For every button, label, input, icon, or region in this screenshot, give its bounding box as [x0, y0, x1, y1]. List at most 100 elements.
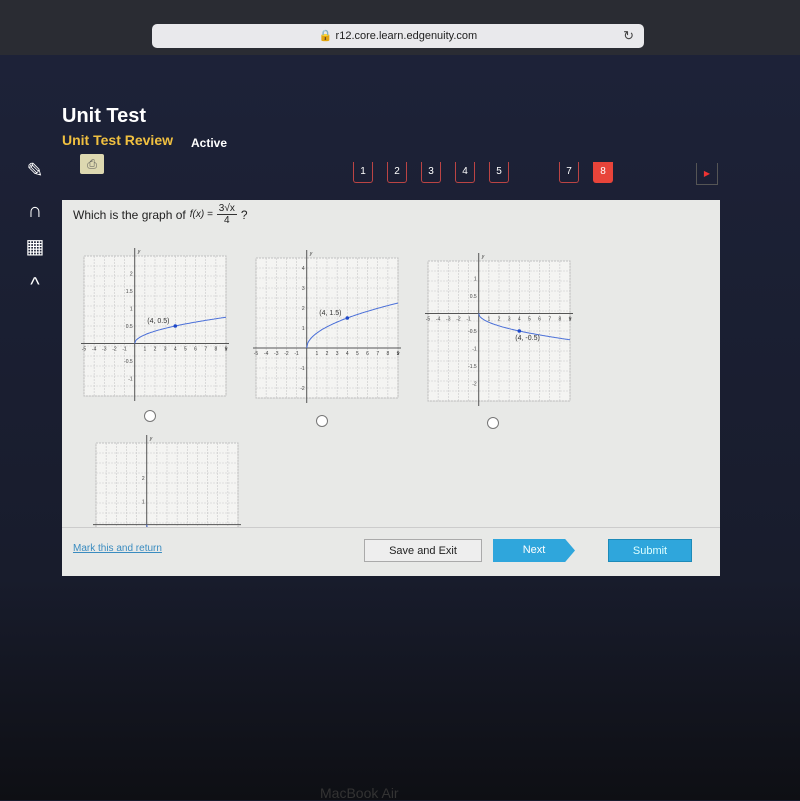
graph-option-d: yx-5 -4 -3 -2 -1 1 2 3 4 5 6 7 8 921-1(4, -1.5)	[93, 435, 241, 527]
y-tick-label: -2	[300, 386, 305, 392]
x-tick-label: 6	[538, 317, 541, 323]
x-tick-label: -1	[122, 347, 127, 353]
x-tick-label: 4	[174, 347, 177, 353]
y-tick-label: 4	[302, 266, 305, 272]
headphones-icon[interactable]: ∩	[22, 200, 48, 222]
url-bar[interactable]: 🔒 r12.core.learn.edgenuity.com ↻	[152, 24, 644, 48]
calculator-icon[interactable]: ▦	[22, 236, 48, 258]
y-axis-label: y	[137, 249, 141, 255]
y-tick-label: -1	[472, 347, 477, 353]
question-4[interactable]: 4	[455, 162, 475, 183]
question-panel: Which is the graph of f(x) = 3√x 4 ? y x -5…	[62, 200, 720, 576]
answer-options[interactable]: y x -5 -4 -3 -2 -1 1 2 3 4 5 6 7 8 9 2 1.5 1 0.5 -0.5 -1 (4, 0…	[62, 240, 720, 527]
submit-button[interactable]: Submit	[608, 539, 692, 562]
bezel-label: MacBook Air	[320, 785, 399, 801]
x-tick-label: 8	[558, 317, 561, 323]
next-page-arrow-icon[interactable]: ▶	[696, 163, 718, 185]
x-tick-label: -3	[274, 351, 279, 357]
y-axis-label: y	[309, 251, 313, 257]
question-text: Which is the graph of f(x) = 3√x 4 ?	[73, 203, 248, 226]
y-tick-label: 2	[130, 272, 133, 278]
y-tick-label: 1.5	[126, 289, 133, 295]
y-tick-label: 0.5	[470, 294, 477, 300]
x-tick-label: 2	[154, 347, 157, 353]
point-label: (4, -0.5)	[515, 335, 540, 342]
graph-option-c: yx-5 -4 -3 -2 -1 1 2 3 4 5 6 7 8 910.5-0.5-1-1.5-2(4,…	[425, 253, 573, 406]
footer: Mark this and return Save and Exit Next …	[62, 527, 720, 576]
print-button[interactable]: ⎙	[80, 154, 104, 174]
save-and-exit-button[interactable]: Save and Exit	[364, 539, 482, 562]
x-tick-label: 1	[143, 347, 146, 353]
x-tick-label: 2	[326, 351, 329, 357]
x-tick-label: 3	[508, 317, 511, 323]
y-tick-label: 2	[142, 476, 145, 482]
y-axis-label: y	[481, 254, 485, 260]
x-tick-label: -4	[92, 347, 97, 353]
radio-option-b[interactable]	[316, 415, 328, 427]
point-label: (4, 0.5)	[147, 318, 169, 325]
y-tick-label: 3	[302, 286, 305, 292]
x-tick-label: 3	[336, 351, 339, 357]
data-point	[345, 316, 350, 320]
x-tick-label: -5	[254, 351, 259, 357]
x-tick-label: 5	[184, 347, 187, 353]
radio-option-a[interactable]	[144, 410, 156, 422]
fraction: 3√x 4	[216, 203, 237, 226]
y-tick-label: 1	[130, 307, 133, 313]
x-tick-label: 8	[386, 351, 389, 357]
x-tick-label: -3	[446, 317, 451, 323]
y-tick-label: 0.5	[126, 324, 133, 330]
page-subtitle: Unit Test Review	[62, 132, 173, 148]
browser-bar: 🔒 r12.core.learn.edgenuity.com ↻	[0, 0, 800, 55]
next-button[interactable]: Next	[493, 539, 575, 562]
y-tick-label: 1	[474, 277, 477, 283]
question-2[interactable]: 2	[387, 162, 407, 183]
question-5[interactable]: 5	[489, 162, 509, 183]
x-tick-label: -5	[82, 347, 87, 353]
mark-and-return-link[interactable]: Mark this and return	[73, 543, 162, 554]
lock-icon: 🔒	[318, 30, 333, 42]
x-tick-label: 7	[548, 317, 551, 323]
x-tick-label: 8	[214, 347, 217, 353]
x-tick-label: -2	[112, 347, 117, 353]
x-tick-label: 9	[569, 317, 572, 323]
printer-icon: ⎙	[87, 157, 97, 171]
question-8[interactable]: 8	[593, 162, 613, 183]
x-tick-label: -4	[264, 351, 269, 357]
arrow-up-icon[interactable]: ^	[22, 274, 48, 296]
x-tick-label: 7	[204, 347, 207, 353]
question-1[interactable]: 1	[353, 162, 373, 183]
y-tick-label: -2	[472, 382, 477, 388]
x-tick-label: 7	[376, 351, 379, 357]
question-prefix: Which is the graph of	[73, 207, 186, 222]
x-tick-label: 6	[194, 347, 197, 353]
x-tick-label: -2	[284, 351, 289, 357]
x-tick-label: 5	[356, 351, 359, 357]
status-label: Active	[191, 136, 228, 150]
radio-option-c[interactable]	[487, 417, 499, 429]
x-tick-label: 4	[346, 351, 349, 357]
x-tick-label: -2	[456, 317, 461, 323]
question-7[interactable]: 7	[559, 162, 579, 183]
question-3[interactable]: 3	[421, 162, 441, 183]
y-axis-label: y	[149, 436, 153, 442]
x-tick-label: -1	[466, 317, 471, 323]
denominator: 4	[224, 215, 230, 226]
y-tick-label: -0.5	[468, 329, 477, 335]
x-tick-label: 3	[164, 347, 167, 353]
x-tick-label: 6	[366, 351, 369, 357]
pencil-icon[interactable]: ✎	[22, 160, 48, 182]
x-tick-label: -1	[294, 351, 299, 357]
reload-icon[interactable]: ↻	[623, 24, 634, 48]
y-tick-label: 1	[142, 499, 145, 505]
function-name: f(x) =	[189, 209, 213, 220]
x-tick-label: 9	[397, 351, 400, 357]
graph-option-a: yx-5 -4 -3 -2 -1 1 2 3 4 5 6 7 8 921.510.5-0.5-1(4, 0…	[81, 248, 229, 401]
x-tick-label: 4	[518, 317, 521, 323]
question-suffix: ?	[240, 207, 248, 222]
x-tick-label: 9	[225, 347, 228, 353]
x-tick-label: -3	[102, 347, 107, 353]
y-tick-label: -0.5	[124, 359, 133, 365]
data-point	[173, 324, 178, 328]
x-tick-label: -4	[436, 317, 441, 323]
